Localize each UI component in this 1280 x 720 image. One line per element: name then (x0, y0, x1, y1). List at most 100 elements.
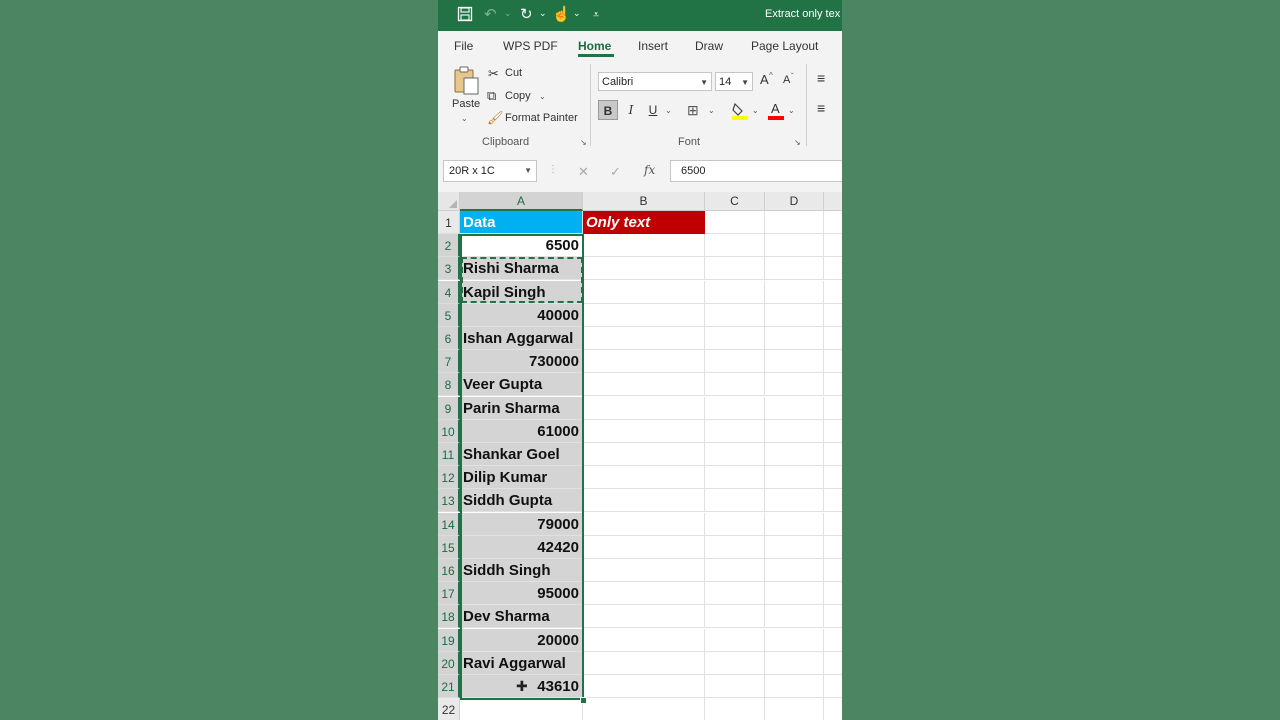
cell-a11[interactable]: Shankar Goel (460, 443, 583, 466)
row-header-4[interactable]: 4 (438, 281, 460, 304)
row-header-8[interactable]: 8 (438, 373, 460, 396)
column-header-c[interactable]: C (705, 192, 765, 211)
cell-c8[interactable] (705, 373, 765, 396)
cell-c2[interactable] (705, 234, 765, 257)
row-header-17[interactable]: 17 (438, 582, 460, 605)
cell-d6[interactable] (765, 327, 824, 350)
cell-b7[interactable] (583, 350, 705, 373)
touch-mode-icon[interactable]: ☝ (552, 6, 571, 24)
cell-d7[interactable] (765, 350, 824, 373)
row-header-21[interactable]: 21 (438, 675, 460, 698)
cell-e18[interactable] (824, 605, 842, 628)
cell-c18[interactable] (705, 605, 765, 628)
row-header-3[interactable]: 3 (438, 257, 460, 280)
cell-c1[interactable] (705, 211, 765, 234)
cell-a17[interactable]: 95000 (460, 582, 583, 605)
tab-draw[interactable]: Draw (695, 39, 723, 53)
row-header-7[interactable]: 7 (438, 350, 460, 373)
cell-c7[interactable] (705, 350, 765, 373)
shrink-font-button[interactable]: A (783, 74, 790, 86)
cell-a9[interactable]: Parin Sharma (460, 397, 583, 420)
cell-b22[interactable] (583, 698, 705, 720)
cell-b6[interactable] (583, 327, 705, 350)
cell-a13[interactable]: Siddh Gupta (460, 489, 583, 512)
underline-button[interactable]: U (643, 100, 663, 120)
font-color-icon[interactable]: A (768, 101, 784, 121)
cell-b18[interactable] (583, 605, 705, 628)
formula-input[interactable]: 6500 (670, 160, 842, 182)
insert-function-button[interactable]: fx (644, 163, 655, 177)
borders-dropdown-icon[interactable]: ⌄ (708, 106, 715, 115)
row-header-11[interactable]: 11 (438, 443, 460, 466)
cell-e21[interactable] (824, 675, 842, 698)
cell-d8[interactable] (765, 373, 824, 396)
cut-button[interactable]: Cut (505, 67, 522, 79)
cell-c3[interactable] (705, 257, 765, 280)
cell-e15[interactable] (824, 536, 842, 559)
cell-d5[interactable] (765, 304, 824, 327)
cell-a16[interactable]: Siddh Singh (460, 559, 583, 582)
font-name-select[interactable]: Calibri ▼ (598, 72, 712, 91)
select-all-button[interactable] (438, 192, 460, 211)
cell-e6[interactable] (824, 327, 842, 350)
cell-b20[interactable] (583, 652, 705, 675)
cell-e7[interactable] (824, 350, 842, 373)
row-header-16[interactable]: 16 (438, 559, 460, 582)
cell-d21[interactable] (765, 675, 824, 698)
font-color-dropdown-icon[interactable]: ⌄ (788, 106, 795, 115)
cell-d20[interactable] (765, 652, 824, 675)
cell-c17[interactable] (705, 582, 765, 605)
cell-b2[interactable] (583, 234, 705, 257)
cell-c20[interactable] (705, 652, 765, 675)
column-header-d[interactable]: D (765, 192, 824, 211)
row-header-6[interactable]: 6 (438, 327, 460, 350)
cell-a7[interactable]: 730000 (460, 350, 583, 373)
fill-color-dropdown-icon[interactable]: ⌄ (752, 106, 759, 115)
save-icon[interactable] (457, 6, 473, 24)
cell-a5[interactable]: 40000 (460, 304, 583, 327)
row-header-2[interactable]: 2 (438, 234, 460, 257)
cell-a1[interactable]: Data (460, 211, 583, 234)
align-top-icon[interactable]: ≡ (817, 70, 825, 86)
cell-e19[interactable] (824, 629, 842, 652)
cell-a22[interactable] (460, 698, 583, 720)
cell-b13[interactable] (583, 489, 705, 512)
tab-wps-pdf[interactable]: WPS PDF (503, 39, 558, 53)
font-size-select[interactable]: 14 ▼ (715, 72, 753, 91)
borders-icon[interactable]: ⊞ (687, 102, 699, 119)
copy-button[interactable]: Copy (505, 90, 531, 102)
cell-b8[interactable] (583, 373, 705, 396)
cell-c19[interactable] (705, 629, 765, 652)
cell-e1[interactable] (824, 211, 842, 234)
cell-b17[interactable] (583, 582, 705, 605)
customize-toolbar-icon[interactable]: ⩡ (593, 6, 599, 24)
cell-c21[interactable] (705, 675, 765, 698)
name-box[interactable]: 20R x 1C ▼ (443, 160, 537, 182)
undo-dropdown-icon[interactable]: ⌄ (504, 8, 512, 19)
redo-icon[interactable]: ↻ (520, 6, 533, 24)
copy-icon[interactable]: ⧉ (487, 88, 496, 104)
cell-e11[interactable] (824, 443, 842, 466)
row-header-5[interactable]: 5 (438, 304, 460, 327)
underline-dropdown-icon[interactable]: ⌄ (665, 106, 672, 115)
copy-dropdown-icon[interactable]: ⌄ (539, 92, 546, 101)
italic-button[interactable]: I (621, 100, 641, 120)
tab-file[interactable]: File (454, 39, 473, 53)
cell-c5[interactable] (705, 304, 765, 327)
cancel-icon[interactable]: ✕ (578, 164, 589, 180)
cell-d9[interactable] (765, 397, 824, 420)
cell-b5[interactable] (583, 304, 705, 327)
cell-e22[interactable] (824, 698, 842, 720)
cell-d2[interactable] (765, 234, 824, 257)
cell-d10[interactable] (765, 420, 824, 443)
cell-e14[interactable] (824, 513, 842, 536)
row-header-22[interactable]: 22 (438, 698, 460, 720)
cell-e12[interactable] (824, 466, 842, 489)
cell-e16[interactable] (824, 559, 842, 582)
cell-b10[interactable] (583, 420, 705, 443)
row-header-12[interactable]: 12 (438, 466, 460, 489)
cell-a12[interactable]: Dilip Kumar (460, 466, 583, 489)
cell-b3[interactable] (583, 257, 705, 280)
cell-b12[interactable] (583, 466, 705, 489)
cell-d22[interactable] (765, 698, 824, 720)
